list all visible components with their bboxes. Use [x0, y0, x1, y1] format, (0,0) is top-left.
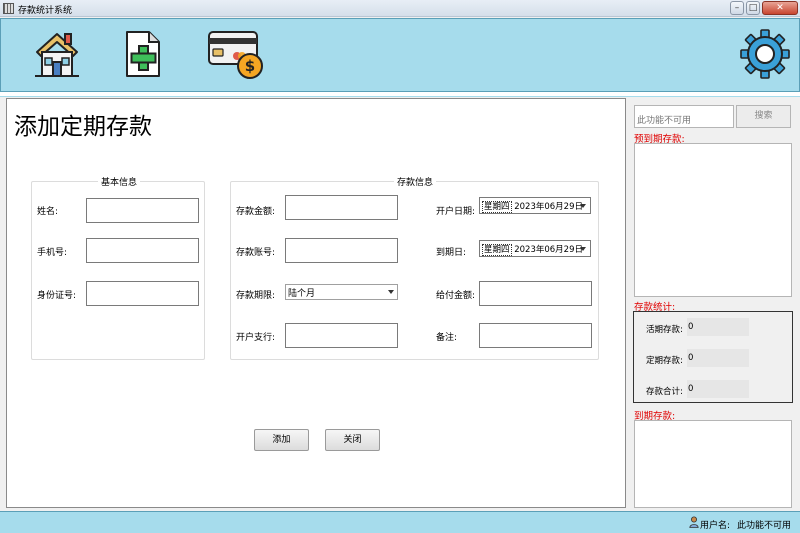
- amount-label: 存款金额:: [236, 207, 276, 217]
- upcoming-deposits-list[interactable]: [634, 143, 792, 297]
- demand-deposit-value: 0: [687, 318, 749, 336]
- basic-info-group: 基本信息 姓名: 手机号: 身份证号:: [31, 175, 205, 360]
- main-panel: 添加定期存款 基本信息 姓名: 手机号: 身份证号: 存款信息 存款金额: 存款…: [6, 98, 626, 508]
- basic-info-title: 基本信息: [98, 175, 141, 188]
- username-label: 用户名:: [700, 521, 731, 531]
- branch-label: 开户支行:: [236, 333, 276, 343]
- toolbar-divider: [0, 92, 800, 97]
- due-date-picker[interactable]: 星期四 2023年06月29日: [479, 240, 591, 257]
- deposit-info-group: 存款信息 存款金额: 存款账号: 存款期限: 陆个月 开户支行: 开户日期: 星…: [230, 175, 599, 360]
- name-input[interactable]: [86, 198, 199, 223]
- phone-input[interactable]: [86, 238, 199, 263]
- open-date-value: 2023年06月29日: [514, 202, 583, 212]
- account-label: 存款账号:: [236, 248, 276, 258]
- fixed-deposit-label: 定期存款:: [646, 356, 683, 366]
- add-document-icon[interactable]: [121, 28, 165, 80]
- deposit-stats-box: 活期存款: 0 定期存款: 0 存款合计: 0: [633, 311, 793, 403]
- chevron-down-icon: [580, 247, 586, 251]
- title-bar: 存款统计系统 – □ ✕: [0, 0, 800, 17]
- payout-label: 给付金额:: [436, 291, 476, 301]
- id-number-input[interactable]: [86, 281, 199, 306]
- app-icon: [3, 3, 14, 14]
- username-value: 此功能不可用: [737, 521, 792, 531]
- due-date-value: 2023年06月29日: [514, 245, 583, 255]
- chevron-down-icon: [388, 290, 394, 294]
- close-button[interactable]: 关闭: [325, 429, 380, 451]
- note-label: 备注:: [436, 333, 458, 343]
- minimize-button[interactable]: –: [730, 1, 744, 15]
- add-button[interactable]: 添加: [254, 429, 309, 451]
- status-bar: 用户名: 此功能不可用: [0, 511, 800, 533]
- id-number-label: 身份证号:: [37, 291, 77, 301]
- open-date-weekday: 星期四: [482, 201, 512, 213]
- demand-deposit-label: 活期存款:: [646, 325, 683, 335]
- total-deposit-label: 存款合计:: [646, 387, 683, 397]
- matured-deposits-list[interactable]: [634, 420, 792, 508]
- home-icon[interactable]: [31, 28, 83, 80]
- page-title: 添加定期存款: [14, 114, 152, 140]
- search-button[interactable]: 搜索: [736, 105, 791, 128]
- due-date-weekday: 星期四: [482, 244, 512, 256]
- svg-text:$: $: [245, 57, 255, 75]
- close-window-button[interactable]: ✕: [762, 1, 798, 15]
- open-date-picker[interactable]: 星期四 2023年06月29日: [479, 197, 591, 214]
- term-select[interactable]: 陆个月: [285, 284, 398, 300]
- open-date-label: 开户日期:: [436, 207, 476, 217]
- account-input[interactable]: [285, 238, 398, 263]
- window-title: 存款统计系统: [18, 6, 73, 16]
- term-label: 存款期限:: [236, 291, 276, 301]
- name-label: 姓名:: [37, 207, 59, 217]
- user-icon: [689, 516, 699, 531]
- deposit-info-title: 存款信息: [394, 175, 437, 188]
- maximize-button[interactable]: □: [746, 1, 760, 15]
- settings-gear-icon[interactable]: [739, 28, 791, 80]
- total-deposit-value: 0: [687, 380, 749, 398]
- amount-input[interactable]: [285, 195, 398, 220]
- phone-label: 手机号:: [37, 248, 68, 258]
- toolbar: $: [0, 18, 800, 92]
- fixed-deposit-value: 0: [687, 349, 749, 367]
- card-payment-icon[interactable]: $: [206, 28, 266, 80]
- search-input[interactable]: [634, 105, 734, 128]
- payout-input[interactable]: [479, 281, 592, 306]
- chevron-down-icon: [580, 204, 586, 208]
- branch-input[interactable]: [285, 323, 398, 348]
- note-input[interactable]: [479, 323, 592, 348]
- term-select-value: 陆个月: [288, 289, 316, 299]
- due-date-label: 到期日:: [436, 248, 467, 258]
